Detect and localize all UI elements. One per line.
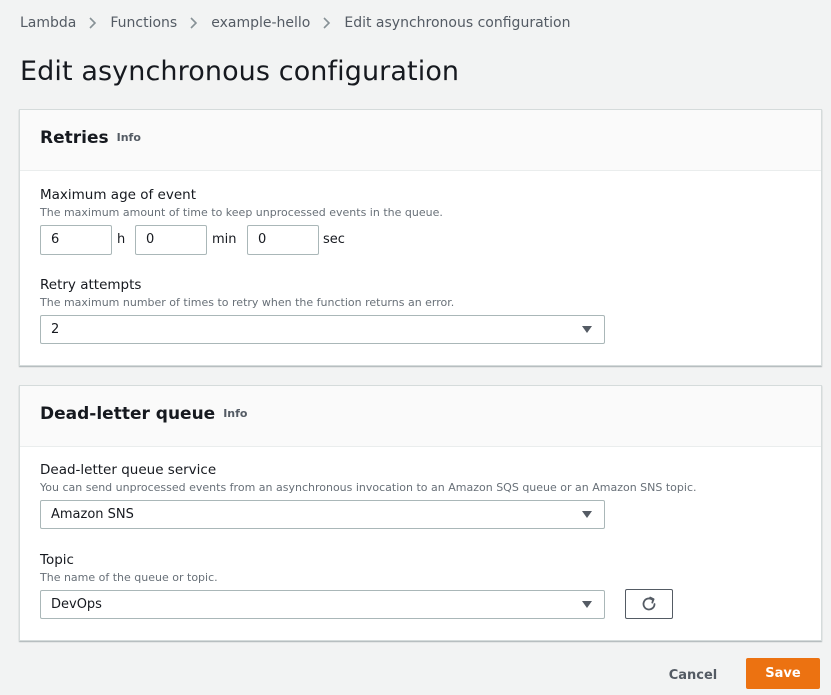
max-age-hours-input[interactable]: 6 xyxy=(40,225,112,255)
caret-down-icon xyxy=(582,601,592,608)
minutes-unit: min xyxy=(212,232,237,247)
retries-title: Retries Info xyxy=(40,128,141,148)
max-age-seconds-input[interactable]: 0 xyxy=(247,225,319,255)
topic-select[interactable]: DevOps xyxy=(40,590,605,619)
topic-value: DevOps xyxy=(51,597,102,612)
chevron-right-icon xyxy=(76,15,110,31)
dlq-panel: Dead-letter queue Info Dead-letter queue … xyxy=(19,385,822,641)
dlq-info-link[interactable]: Info xyxy=(223,407,247,420)
cancel-button[interactable]: Cancel xyxy=(660,661,726,689)
hours-unit: h xyxy=(117,232,126,247)
retry-attempts-select[interactable]: 2 xyxy=(40,315,605,344)
breadcrumb: Lambda Functions example-hello Edit asyn… xyxy=(20,15,570,31)
refresh-button[interactable] xyxy=(625,589,673,619)
breadcrumb-current: Edit asynchronous configuration xyxy=(344,15,571,31)
refresh-icon xyxy=(642,596,656,611)
dlq-service-description: You can send unprocessed events from an … xyxy=(40,481,697,494)
max-age-description: The maximum amount of time to keep unpro… xyxy=(40,206,443,219)
retries-panel-header: Retries Info xyxy=(20,110,821,171)
dlq-title-text: Dead-letter queue xyxy=(40,404,216,424)
breadcrumb-lambda[interactable]: Lambda xyxy=(20,15,76,31)
retry-attempts-value: 2 xyxy=(51,322,60,337)
caret-down-icon xyxy=(582,511,592,518)
breadcrumb-functions[interactable]: Functions xyxy=(110,15,177,31)
caret-down-icon xyxy=(582,326,592,333)
retries-title-text: Retries xyxy=(40,128,109,148)
breadcrumb-example-hello[interactable]: example-hello xyxy=(211,15,310,31)
retry-attempts-label: Retry attempts xyxy=(40,277,142,293)
dlq-service-label: Dead-letter queue service xyxy=(40,462,217,478)
dlq-panel-header: Dead-letter queue Info xyxy=(20,386,821,447)
chevron-right-icon xyxy=(310,15,344,31)
max-age-label: Maximum age of event xyxy=(40,187,197,203)
retries-info-link[interactable]: Info xyxy=(117,131,141,144)
seconds-unit: sec xyxy=(323,232,345,247)
max-age-minutes-input[interactable]: 0 xyxy=(135,225,207,255)
topic-label: Topic xyxy=(40,552,74,568)
dlq-title: Dead-letter queue Info xyxy=(40,404,248,424)
dlq-service-value: Amazon SNS xyxy=(51,507,134,522)
chevron-right-icon xyxy=(177,15,211,31)
dlq-service-select[interactable]: Amazon SNS xyxy=(40,500,605,529)
save-button[interactable]: Save xyxy=(746,658,820,689)
retry-attempts-description: The maximum number of times to retry whe… xyxy=(40,296,455,309)
topic-description: The name of the queue or topic. xyxy=(40,571,218,584)
retries-panel: Retries Info Maximum age of event The max… xyxy=(19,109,822,366)
page-title: Edit asynchronous configuration xyxy=(20,56,460,87)
